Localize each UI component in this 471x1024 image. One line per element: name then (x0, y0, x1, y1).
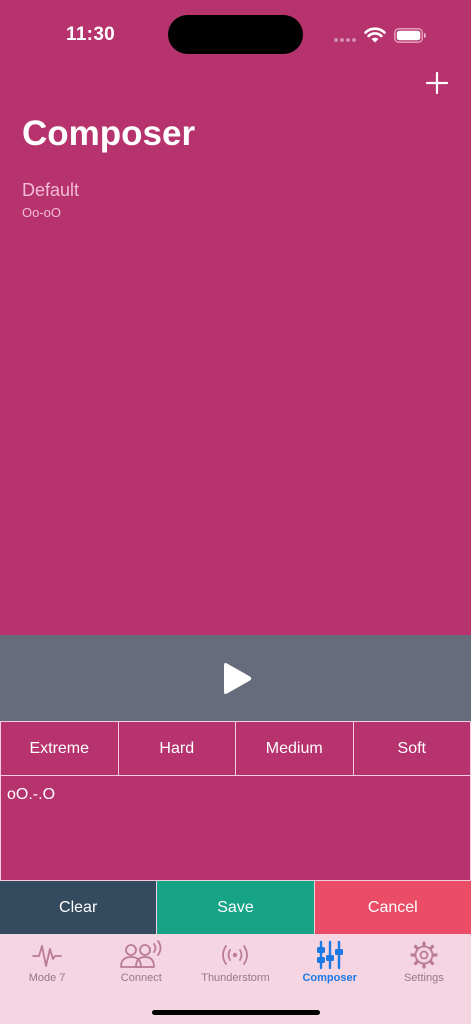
pattern-list-item[interactable]: Default Oo-oO (22, 180, 322, 224)
tab-label: Connect (120, 972, 162, 984)
intensity-selector: Extreme Hard Medium Soft (0, 721, 471, 776)
action-bar: Clear Save Cancel (0, 880, 471, 934)
tab-label: Mode 7 (28, 972, 66, 984)
broadcast-icon (222, 945, 249, 965)
intensity-extreme-button[interactable]: Extreme (0, 722, 118, 776)
battery-icon (394, 28, 426, 43)
cellular-signal-icon (334, 38, 358, 42)
cancel-button[interactable]: Cancel (313, 880, 471, 934)
tab-connect[interactable]: Connect (94, 934, 188, 992)
wifi-icon (364, 27, 386, 43)
sliders-icon (316, 940, 343, 970)
intensity-soft-button[interactable]: Soft (352, 722, 471, 776)
gear-icon (410, 941, 438, 969)
tab-label: Composer (302, 972, 357, 984)
tab-composer[interactable]: Composer (283, 934, 377, 992)
tab-label: Thunderstorm (201, 972, 270, 984)
pattern-editor-text: oO.-.O (7, 786, 56, 803)
pattern-editor-field[interactable]: oO.-.O (0, 776, 471, 880)
clear-button[interactable]: Clear (0, 880, 157, 934)
tab-thunderstorm[interactable]: Thunderstorm (188, 934, 282, 992)
people-broadcast-icon (120, 940, 162, 968)
pattern-sequence: Oo-oO (22, 205, 62, 220)
plus-icon[interactable] (424, 70, 450, 96)
status-time: 11:30 (66, 24, 116, 45)
status-bar: 11:30 (0, 0, 471, 60)
dynamic-island (168, 15, 303, 54)
tab-label: Settings (403, 972, 444, 984)
tab-settings[interactable]: Settings (377, 934, 471, 992)
save-button[interactable]: Save (156, 880, 314, 934)
intensity-medium-button[interactable]: Medium (235, 722, 353, 776)
home-indicator (152, 1010, 320, 1015)
intensity-hard-button[interactable]: Hard (117, 722, 235, 776)
tab-mode-7[interactable]: Mode 7 (0, 934, 94, 992)
waveform-icon (32, 945, 62, 967)
pattern-name: Default (22, 180, 80, 200)
page-title: Composer (22, 114, 196, 153)
play-icon[interactable] (219, 661, 253, 696)
